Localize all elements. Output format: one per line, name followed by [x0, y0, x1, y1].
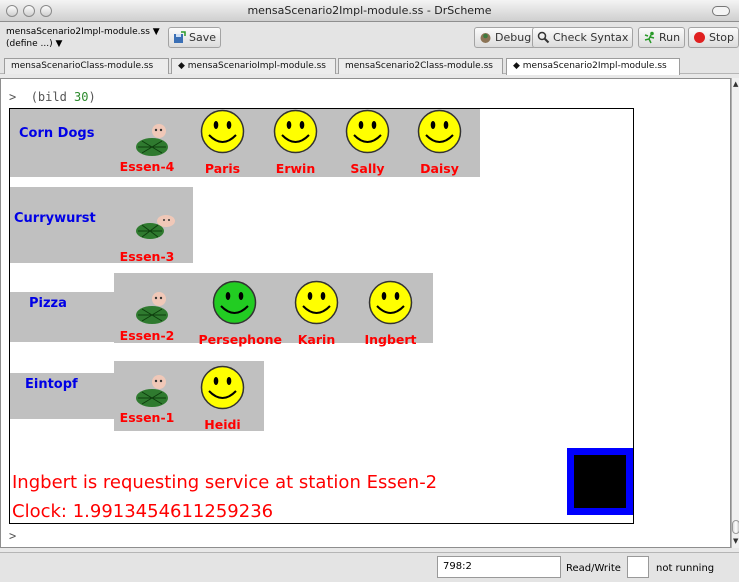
- customer-name: Karin: [297, 332, 336, 347]
- smiley-face-icon: [345, 109, 390, 154]
- file-name-popup[interactable]: mensaScenario2Impl-module.ss ▼: [6, 26, 160, 38]
- scroll-thumb[interactable]: [732, 520, 739, 534]
- repl-prompt: >: [9, 90, 17, 104]
- repl-input-line: > (bild 30): [9, 90, 96, 104]
- smiley-face-icon: [200, 109, 245, 154]
- food-plate-icon: [136, 375, 168, 407]
- food-label: Essen-4: [119, 159, 175, 174]
- run-label: Run: [659, 31, 681, 44]
- debug-label: Debug: [495, 31, 532, 44]
- station-name: Pizza: [29, 296, 67, 311]
- food-plate-icon: [136, 124, 168, 156]
- customer-name: Persephone: [198, 332, 283, 347]
- window-title: mensaScenario2Impl-module.ss - DrScheme: [247, 4, 492, 17]
- station-name: Currywurst: [14, 211, 96, 226]
- smiley-face-icon: [368, 280, 413, 325]
- station-name: Corn Dogs: [19, 126, 95, 141]
- food-plate-icon: [136, 215, 175, 239]
- save-icon: [174, 31, 186, 43]
- repl-expr-arg: 30: [74, 90, 89, 104]
- runner-icon: [644, 31, 655, 44]
- smiley-face-icon: [417, 109, 462, 154]
- magnifier-icon: [537, 31, 550, 44]
- define-menu[interactable]: (define ...) ▼: [6, 38, 160, 50]
- scroll-down-icon[interactable]: ▼: [733, 537, 738, 545]
- cursor-position: 798:2: [437, 556, 561, 578]
- food-label: Essen-1: [119, 410, 175, 425]
- check-syntax-label: Check Syntax: [553, 31, 629, 44]
- repl-expr-close: ): [88, 90, 96, 104]
- activity-box: [627, 556, 649, 578]
- save-button[interactable]: Save: [168, 27, 222, 48]
- interactions-pane[interactable]: > (bild 30) Corn Dogs Currywurst Pizza E…: [0, 78, 731, 548]
- debug-button[interactable]: Debug: [474, 27, 537, 48]
- customer-name: Ingbert: [364, 332, 417, 347]
- smiley-face-icon: [294, 280, 339, 325]
- scroll-up-icon[interactable]: ▲: [733, 80, 738, 88]
- smiley-face-icon: [212, 280, 257, 325]
- customer-name: Heidi: [204, 417, 241, 432]
- stop-button[interactable]: Stop: [688, 27, 739, 48]
- smiley-face-icon: [273, 109, 318, 154]
- tab-mensa-scenario2-class[interactable]: mensaScenario2Class-module.ss: [338, 58, 503, 74]
- customer-name: Paris: [204, 161, 241, 176]
- file-tabs: mensaScenarioClass-module.ss ◆ mensaScen…: [0, 56, 739, 75]
- run-button[interactable]: Run: [638, 27, 686, 48]
- smiley-face-icon: [200, 365, 245, 410]
- food-plate-icon: [136, 292, 168, 324]
- food-label: Essen-3: [119, 249, 175, 264]
- customer-name: Daisy: [420, 161, 459, 176]
- tab-mensa-scenario2-impl[interactable]: ◆ mensaScenario2Impl-module.ss: [506, 58, 680, 75]
- repl-next-prompt: >: [9, 529, 17, 543]
- repl-expr-open: (bild: [30, 90, 75, 104]
- toolbar-toggle-icon[interactable]: [712, 6, 730, 16]
- status-message: Ingbert is requesting service at station…: [12, 472, 438, 493]
- tab-mensa-scenario-class[interactable]: mensaScenarioClass-module.ss: [4, 58, 169, 74]
- check-syntax-button[interactable]: Check Syntax: [532, 27, 634, 48]
- stop-icon: [694, 32, 705, 43]
- clock-readout: Clock: 1.9913454611259236: [12, 501, 274, 522]
- read-write-mode: Read/Write: [566, 563, 621, 574]
- running-state: not running: [656, 563, 715, 574]
- food-label: Essen-2: [119, 328, 175, 343]
- save-label: Save: [189, 31, 217, 44]
- mensa-canvas: Corn Dogs Currywurst Pizza Eintopf Essen…: [9, 108, 634, 524]
- customer-name: Sally: [350, 161, 385, 176]
- stop-label: Stop: [709, 31, 735, 44]
- file-menu[interactable]: mensaScenario2Impl-module.ss ▼ (define .…: [6, 26, 160, 50]
- bug-icon: [480, 33, 491, 43]
- service-indicator: [567, 448, 633, 515]
- tab-mensa-scenario-impl[interactable]: ◆ mensaScenarioImpl-module.ss: [171, 58, 336, 74]
- vertical-scrollbar[interactable]: ▲ ▼: [731, 78, 739, 548]
- title-bar: mensaScenario2Impl-module.ss - DrScheme: [0, 0, 739, 22]
- status-bar: 798:2 Read/Write not running: [0, 552, 739, 582]
- toolbar: mensaScenario2Impl-module.ss ▼ (define .…: [0, 22, 739, 56]
- station-name: Eintopf: [25, 377, 78, 392]
- customer-name: Erwin: [275, 161, 316, 176]
